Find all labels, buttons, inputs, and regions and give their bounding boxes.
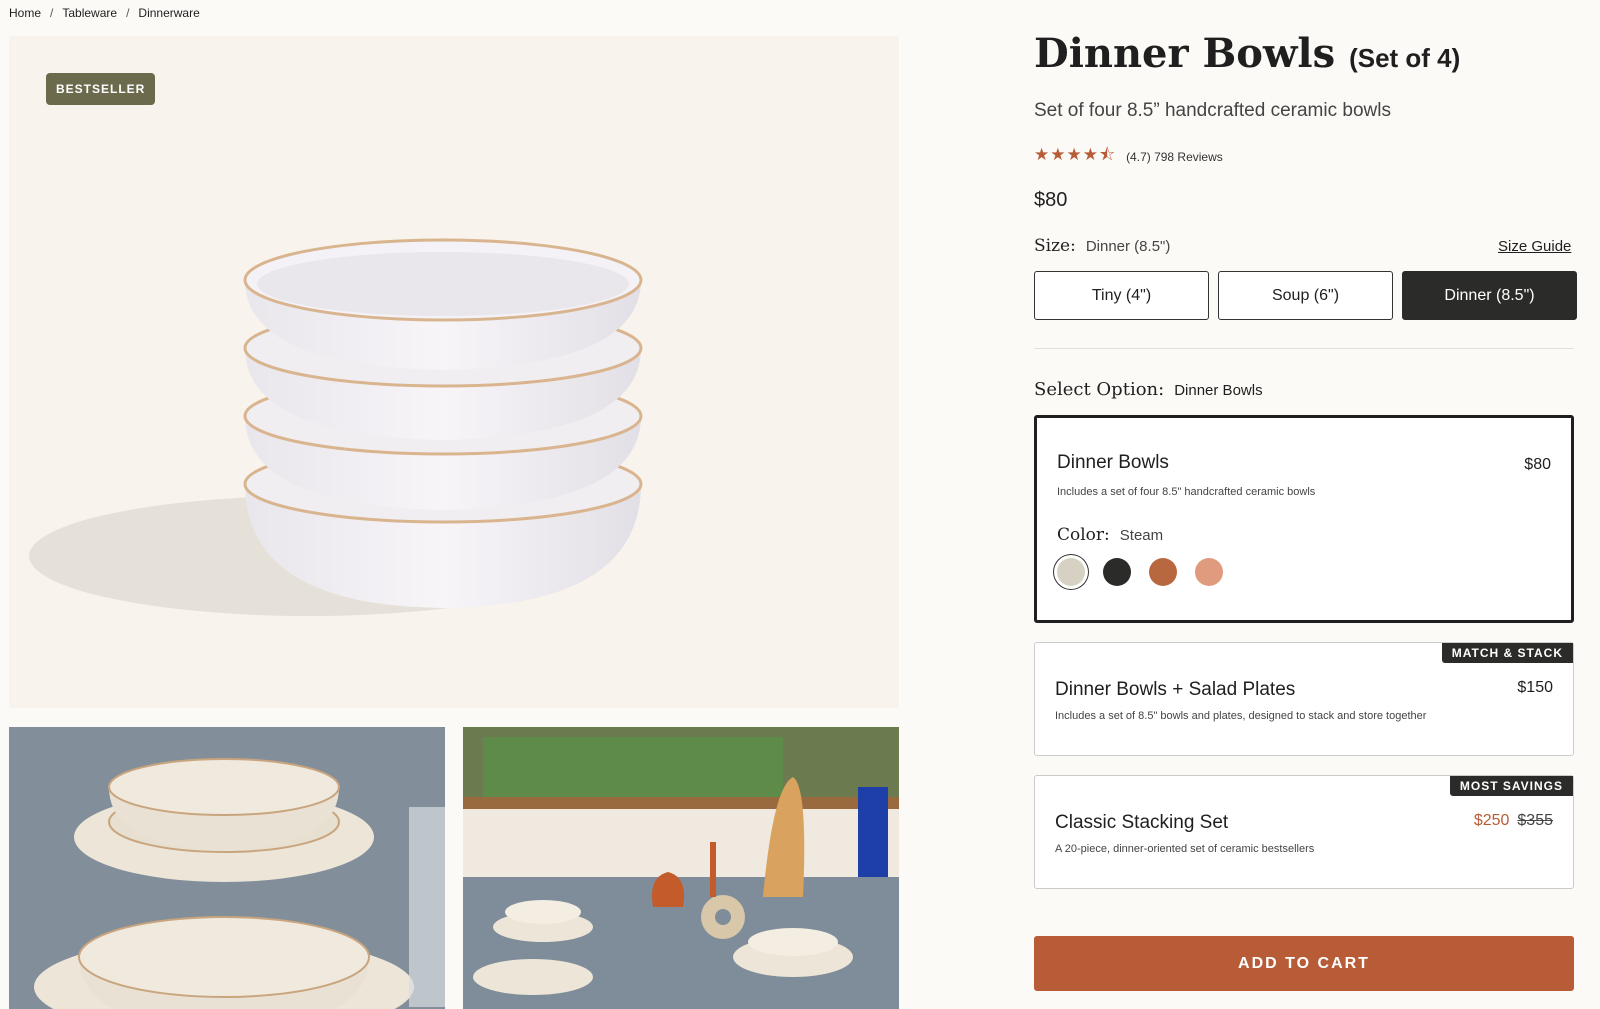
product-title-suffix: (Set of 4)	[1349, 43, 1461, 73]
color-label-row: Color: Steam	[1057, 525, 1163, 545]
breadcrumb-tableware[interactable]: Tableware	[62, 6, 117, 20]
product-subtitle: Set of four 8.5” handcrafted ceramic bow…	[1034, 100, 1391, 121]
most-savings-tag: MOST SAVINGS	[1449, 776, 1573, 796]
breadcrumb-dinnerware[interactable]: Dinnerware	[138, 6, 199, 20]
option-card-bowls-plates[interactable]: MATCH & STACK Dinner Bowls + Salad Plate…	[1034, 642, 1574, 756]
option-card-dinner-bowls[interactable]: Dinner Bowls $80 Includes a set of four …	[1034, 415, 1574, 623]
option-description: Includes a set of 8.5" bowls and plates,…	[1055, 710, 1427, 722]
option-price-value: $150	[1517, 679, 1553, 696]
option-price-value: $80	[1524, 456, 1551, 473]
size-option-dinner[interactable]: Dinner (8.5")	[1402, 271, 1577, 320]
product-thumbnail-1[interactable]	[9, 727, 445, 1009]
color-selected-value: Steam	[1119, 527, 1164, 544]
select-option-value: Dinner Bowls	[1174, 382, 1263, 399]
option-original-price: $355	[1517, 812, 1553, 829]
breadcrumb-separator: /	[50, 6, 54, 20]
product-price: $80	[1034, 189, 1068, 211]
size-guide-link[interactable]: Size Guide	[1498, 238, 1571, 255]
option-name: Classic Stacking Set	[1055, 812, 1229, 833]
select-option-label-row: Select Option: Dinner Bowls	[1034, 379, 1263, 400]
option-description: Includes a set of four 8.5" handcrafted …	[1057, 486, 1316, 498]
bowl-stack-illustration	[29, 238, 643, 616]
option-price: $80	[1524, 456, 1551, 474]
color-swatches	[1057, 558, 1223, 586]
star-rating-icon: ★★★★⯪	[1034, 145, 1117, 164]
color-swatch-terracotta[interactable]	[1149, 558, 1177, 586]
rating-summary: (4.7) 798 Reviews	[1126, 149, 1223, 164]
product-title-main: Dinner Bowls	[1034, 30, 1336, 77]
option-name: Dinner Bowls	[1057, 452, 1169, 473]
breadcrumb: Home / Tableware / Dinnerware	[9, 6, 200, 20]
breadcrumb-home[interactable]: Home	[9, 6, 41, 20]
breadcrumb-separator: /	[126, 6, 130, 20]
section-divider	[1034, 348, 1574, 349]
select-option-label: Select Option:	[1034, 379, 1165, 400]
option-price: $250 $355	[1474, 812, 1553, 830]
option-card-stacking-set[interactable]: MOST SAVINGS Classic Stacking Set $250 $…	[1034, 775, 1574, 889]
color-swatch-steam[interactable]	[1057, 558, 1085, 586]
size-option-soup[interactable]: Soup (6")	[1218, 271, 1393, 320]
option-name: Dinner Bowls + Salad Plates	[1055, 679, 1296, 700]
product-thumbnail-2[interactable]	[463, 727, 899, 1009]
bestseller-badge: BESTSELLER	[46, 73, 156, 105]
size-option-tiny[interactable]: Tiny (4")	[1034, 271, 1209, 320]
add-to-cart-button[interactable]: ADD TO CART	[1034, 936, 1574, 991]
size-options: Tiny (4") Soup (6") Dinner (8.5")	[1034, 271, 1577, 320]
color-swatch-black[interactable]	[1103, 558, 1131, 586]
color-swatch-coral[interactable]	[1195, 558, 1223, 586]
dining-room-photo	[463, 727, 899, 1009]
option-price: $150	[1517, 679, 1553, 697]
size-selected-value: Dinner (8.5")	[1085, 238, 1171, 255]
product-hero-image[interactable]: BESTSELLER	[9, 36, 899, 708]
product-rating[interactable]: ★★★★⯪ (4.7) 798 Reviews	[1034, 142, 1223, 171]
option-sale-price: $250	[1473, 812, 1510, 829]
product-title: Dinner Bowls (Set of 4)	[1034, 30, 1460, 77]
option-description: A 20-piece, dinner-oriented set of ceram…	[1055, 843, 1315, 855]
color-label: Color:	[1057, 525, 1110, 545]
size-label: Size:	[1034, 236, 1076, 256]
size-label-row: Size: Dinner (8.5")	[1034, 236, 1170, 256]
match-stack-tag: MATCH & STACK	[1441, 643, 1573, 663]
table-setting-photo	[9, 727, 445, 1009]
